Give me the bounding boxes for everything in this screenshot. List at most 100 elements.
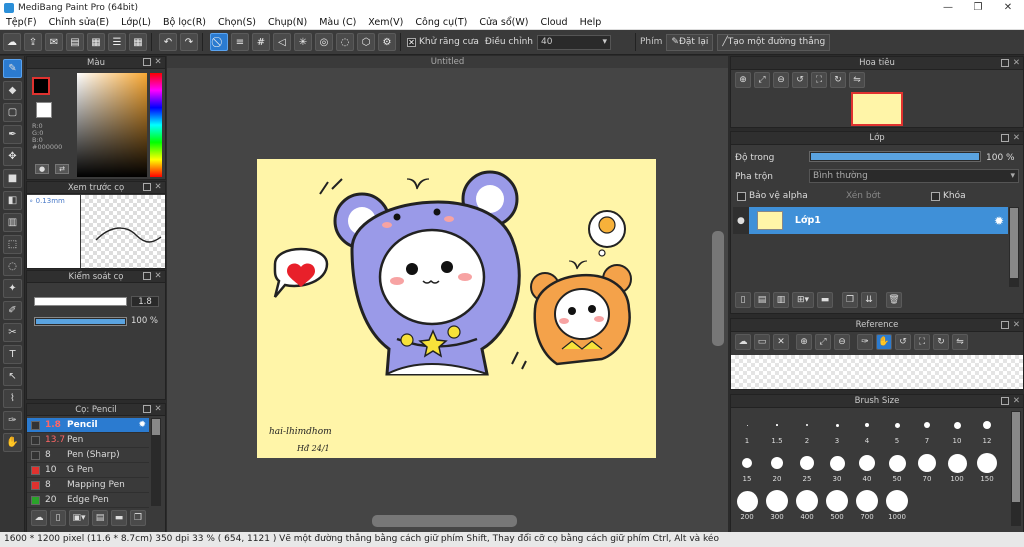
color-saturation-square[interactable] xyxy=(77,73,147,177)
protect-alpha-option[interactable]: Bảo vệ alpha xyxy=(737,191,808,201)
select-eraser-icon[interactable]: ✂ xyxy=(3,323,22,342)
blend-mode-select[interactable]: Bình thường ▾ xyxy=(809,169,1019,183)
foreground-color-swatch[interactable] xyxy=(32,77,50,95)
brush-size-1000[interactable]: 1000 xyxy=(883,489,911,521)
lasso-tool-icon[interactable]: ◌ xyxy=(3,257,22,276)
flip-icon[interactable]: ⇋ xyxy=(849,72,865,88)
brush-item-mapping-pen[interactable]: 8 Mapping Pen xyxy=(27,478,149,493)
expand-icon[interactable] xyxy=(1001,134,1009,142)
brush-size-300[interactable]: 300 xyxy=(763,489,791,521)
close-icon[interactable]: ✕ xyxy=(154,405,162,414)
zoom-in-icon[interactable]: ⊕ xyxy=(735,72,751,88)
page-icon[interactable]: ▦ xyxy=(87,33,105,51)
add-brush-icon[interactable]: ▣▾ xyxy=(69,510,89,526)
close-icon[interactable]: ✕ xyxy=(1013,132,1020,145)
brush-size-40[interactable]: 40 xyxy=(853,451,881,483)
menu-file[interactable]: Tệp(F) xyxy=(0,17,43,28)
expand-icon[interactable] xyxy=(143,183,151,191)
brush-size-slider[interactable] xyxy=(34,297,127,306)
fit-icon[interactable]: ⤢ xyxy=(754,72,770,88)
snap-curve-icon[interactable]: ◌ xyxy=(336,33,354,51)
zoom-out-icon[interactable]: ⊖ xyxy=(773,72,789,88)
snap-perspective-icon[interactable]: ◁ xyxy=(273,33,291,51)
comment-icon[interactable]: ✉ xyxy=(45,33,63,51)
list-icon[interactable]: ☰ xyxy=(108,33,126,51)
menu-layer[interactable]: Lớp(L) xyxy=(115,17,157,28)
brush-item-edge-pen[interactable]: 20 Edge Pen xyxy=(27,493,149,508)
hand-icon[interactable]: ✋ xyxy=(876,334,892,350)
brush-size-5[interactable]: 5 xyxy=(883,413,911,445)
trash-icon[interactable]: 🗑 xyxy=(886,292,902,308)
snap-parallel-icon[interactable]: ≡ xyxy=(231,33,249,51)
snap-shape-icon[interactable]: ⬡ xyxy=(357,33,375,51)
new-layer-icon[interactable]: ▯ xyxy=(735,292,751,308)
menu-filter[interactable]: Bộ lọc(R) xyxy=(157,17,212,28)
fill-rect-tool-icon[interactable]: ■ xyxy=(3,169,22,188)
menu-edit[interactable]: Chỉnh sửa(E) xyxy=(43,17,116,28)
brush-size-20[interactable]: 20 xyxy=(763,451,791,483)
actual-size-icon[interactable]: ⛶ xyxy=(811,72,827,88)
rotate-left-icon[interactable]: ↺ xyxy=(792,72,808,88)
hand-tool-icon[interactable]: ✋ xyxy=(3,433,22,452)
brush-size-1.5[interactable]: 1.5 xyxy=(763,413,791,445)
brush-size-30[interactable]: 30 xyxy=(823,451,851,483)
expand-icon[interactable] xyxy=(1001,59,1009,67)
rotate-left-icon[interactable]: ↺ xyxy=(895,334,911,350)
antialias-option[interactable]: ✕ Khử răng cưa xyxy=(407,37,479,47)
expand-icon[interactable] xyxy=(1001,397,1009,405)
brush-size-scrollbar[interactable] xyxy=(1011,411,1021,526)
menu-cloud[interactable]: Cloud xyxy=(534,17,573,28)
cloud-brush-icon[interactable]: ☁ xyxy=(31,510,47,526)
brush-size-12[interactable]: 12 xyxy=(973,413,1001,445)
artwork-canvas[interactable]: hai-lhimdhom Hđ 24/1 xyxy=(257,159,656,458)
brush-tool-icon[interactable]: ✎ xyxy=(3,59,22,78)
navigator-thumbnail[interactable] xyxy=(851,92,903,126)
eraser-tool-icon[interactable]: ◆ xyxy=(3,81,22,100)
canvas-area[interactable]: Untitled hai-lhimdhom Hđ 24/1 xyxy=(167,56,728,534)
document-icon[interactable]: ▤ xyxy=(66,33,84,51)
background-color-swatch[interactable] xyxy=(36,102,52,118)
brush-size-100[interactable]: 100 xyxy=(943,451,971,483)
close-reference-icon[interactable]: ✕ xyxy=(773,334,789,350)
cloud-reference-icon[interactable]: ☁ xyxy=(735,334,751,350)
brush-size-1[interactable]: 1 xyxy=(733,413,761,445)
brush-item-pen-sharp[interactable]: 8 Pen (Sharp) xyxy=(27,448,149,463)
snap-circle-icon[interactable]: ◎ xyxy=(315,33,333,51)
brush-size-150[interactable]: 150 xyxy=(973,451,1001,483)
fit-icon[interactable]: ⤢ xyxy=(815,334,831,350)
gradient-tool-icon[interactable]: ▥ xyxy=(3,213,22,232)
flip-icon[interactable]: ⇋ xyxy=(952,334,968,350)
duplicate-layer-icon[interactable]: ❐ xyxy=(842,292,858,308)
pen-tool-icon[interactable]: ✒ xyxy=(3,125,22,144)
eyedropper-icon[interactable]: ✑ xyxy=(3,411,22,430)
menu-select[interactable]: Chọn(S) xyxy=(212,17,262,28)
lock-option[interactable]: Khóa xyxy=(931,191,966,201)
new-halftone-layer-icon[interactable]: ▤ xyxy=(754,292,770,308)
close-icon[interactable]: ✕ xyxy=(1013,319,1020,332)
merge-layer-icon[interactable]: ⇊ xyxy=(861,292,877,308)
brush-size-4[interactable]: 4 xyxy=(853,413,881,445)
brush-size-50[interactable]: 50 xyxy=(883,451,911,483)
brush-size-7[interactable]: 7 xyxy=(913,413,941,445)
clipping-option[interactable]: Xén bớt xyxy=(846,191,881,201)
grid-icon[interactable]: ▦ xyxy=(129,33,147,51)
close-icon[interactable]: ✕ xyxy=(1013,57,1020,70)
select-pen-icon[interactable]: ✐ xyxy=(3,301,22,320)
close-icon[interactable]: ✕ xyxy=(154,58,162,67)
operation-tool-icon[interactable]: ↖ xyxy=(3,367,22,386)
layer-selected[interactable]: Lớp1 ✹ xyxy=(748,207,1008,234)
brush-size-70[interactable]: 70 xyxy=(913,451,941,483)
menu-snap[interactable]: Chụp(N) xyxy=(262,17,313,28)
add-layer-dropdown-icon[interactable]: ⊞▾ xyxy=(792,292,814,308)
menu-tools[interactable]: Công cụ(T) xyxy=(409,17,473,28)
gear-icon[interactable]: ⚙ xyxy=(378,33,396,51)
rotate-right-icon[interactable]: ↻ xyxy=(933,334,949,350)
zoom-out-icon[interactable]: ⊖ xyxy=(834,334,850,350)
text-tool-icon[interactable]: T xyxy=(3,345,22,364)
close-icon[interactable]: ✕ xyxy=(154,272,162,281)
brush-size-15[interactable]: 15 xyxy=(733,451,761,483)
brush-size-2[interactable]: 2 xyxy=(793,413,821,445)
menu-window[interactable]: Cửa sổ(W) xyxy=(473,17,534,28)
snap-grid-icon[interactable]: # xyxy=(252,33,270,51)
color-swap-icon[interactable]: ⇄ xyxy=(55,164,69,174)
